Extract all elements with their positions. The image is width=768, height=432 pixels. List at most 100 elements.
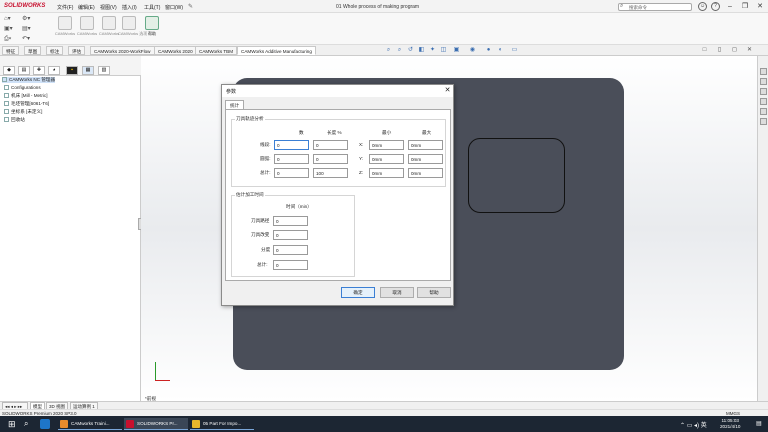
section-view-icon[interactable]: ◧ [417, 46, 426, 55]
menu-tools[interactable]: 工具(T) [144, 4, 160, 11]
tree-item-recycle-bin[interactable]: 回收站 [4, 117, 25, 123]
view-orientation-icon[interactable]: ◫ [439, 46, 448, 55]
lines-length-field[interactable] [313, 140, 348, 150]
camworks-tab-icon[interactable]: ▪ [66, 66, 78, 75]
pocket-outline[interactable] [468, 138, 565, 213]
tree-item-stock[interactable]: 毛坯管理[6061-T6] [4, 101, 49, 107]
tab-statistics[interactable]: 统计 [225, 100, 245, 109]
minimize-button[interactable]: – [725, 2, 735, 11]
arcs-length-field[interactable] [313, 154, 348, 164]
z-max-field[interactable] [408, 168, 443, 178]
taskbar-app-part-import[interactable]: 05 Part For Impo... [190, 418, 254, 430]
search-input[interactable]: 搜索命令 [618, 3, 692, 11]
search-icon[interactable]: ⌕ [24, 419, 34, 429]
taskbar-app-camworks-training[interactable]: CAMworks Traini... [58, 418, 122, 430]
pane-close-icon[interactable]: ✕ [745, 46, 754, 55]
dialog-close-button[interactable]: ✕ [443, 86, 452, 95]
tab-camworks-workflow[interactable]: CAMWorks 2020-WorkFlow [90, 46, 155, 55]
display-tab-icon[interactable]: ◕ [48, 66, 60, 75]
help-button[interactable]: 帮助 [417, 287, 451, 298]
menu-file[interactable]: 文件(F) [57, 4, 73, 11]
clock[interactable]: 11:05:03 2021/4/10 [720, 418, 740, 430]
tool-change-time-field[interactable] [273, 230, 308, 240]
previous-view-icon[interactable]: ↺ [406, 46, 415, 55]
zoom-fit-icon[interactable]: ⌕ [384, 46, 393, 55]
tree-item-machine[interactable]: 机床 [Mill - Metric] [4, 93, 48, 99]
tab-markup[interactable]: 标注 [46, 46, 64, 55]
y-max-field[interactable] [408, 154, 443, 164]
tab-sketch[interactable]: 草图 [24, 46, 42, 55]
total-length-field[interactable] [313, 168, 348, 178]
appearance-icon[interactable]: ● [484, 46, 493, 55]
total-time-label: 总计: [257, 262, 268, 267]
ribbon-cam-options-button[interactable]: CAMWorks 选项 [118, 16, 147, 37]
tab-camworks-tbm[interactable]: CAMWorks TBM [195, 46, 238, 55]
ribbon-help-button[interactable]: 帮助 [141, 16, 163, 37]
maximize-button[interactable]: ❐ [740, 2, 750, 11]
ok-button[interactable]: 确定 [341, 287, 375, 298]
dynamic-annotation-icon[interactable]: ✦ [428, 46, 437, 55]
app-logo[interactable]: SOLIDWORKS [4, 3, 45, 9]
total-time-field[interactable] [273, 260, 308, 270]
user-icon[interactable]: ☺ [698, 2, 707, 11]
view-settings-icon[interactable]: ▭ [510, 46, 519, 55]
tray-icons[interactable]: ⌃ ▭ ◂) 英 [680, 420, 707, 429]
ribbon-cam-button-3[interactable]: CAMWorks [98, 16, 120, 36]
pane-max-icon[interactable]: ◻ [730, 46, 739, 55]
ribbon-cam-button-1[interactable]: CAMWorks [54, 16, 76, 36]
menu-insert[interactable]: 插入(I) [122, 4, 137, 11]
zoom-area-icon[interactable]: ⌕ [395, 46, 404, 55]
x-min-field[interactable] [369, 140, 404, 150]
help-icon[interactable]: ? [711, 2, 720, 11]
close-window-button[interactable]: ✕ [755, 2, 765, 11]
home-icon[interactable]: ⌂▾ [4, 15, 20, 24]
taskbar-app-solidworks[interactable]: SOLIDWORKS Pr... [124, 418, 188, 430]
tab-features[interactable]: 特征 [2, 46, 20, 55]
scene-icon[interactable]: ◐ [496, 46, 505, 55]
settings-icon[interactable]: ⚙▾ [22, 15, 38, 24]
print-icon[interactable]: ⎙▾ [4, 35, 20, 44]
operation-tab-icon[interactable]: ▧ [98, 66, 110, 75]
lines-count-field[interactable] [274, 140, 309, 150]
display-style-icon[interactable]: ▣ [452, 46, 461, 55]
tree-root[interactable]: CAMWorks NC 管理器 [2, 77, 56, 83]
tab-camworks-additive[interactable]: CAMWorks Additive Manufacturing [237, 46, 316, 55]
config-tab-icon[interactable]: ✚ [33, 66, 45, 75]
toolpath-time-field[interactable] [273, 216, 308, 226]
machining-time-title: 估计加工时间 [235, 192, 265, 198]
view-palette-icon[interactable] [760, 98, 767, 105]
appearances-icon[interactable] [760, 108, 767, 115]
tab-evaluate[interactable]: 评估 [68, 46, 86, 55]
tab-camworks[interactable]: CAMWorks 2020 [154, 46, 197, 55]
menu-window[interactable]: 窗口(W) [165, 4, 183, 11]
nc-manager-tab-icon[interactable]: ▦ [82, 66, 94, 75]
x-max-field[interactable] [408, 140, 443, 150]
windows-start-icon[interactable]: ⊞ [8, 419, 18, 429]
arcs-count-field[interactable] [274, 154, 309, 164]
undo-icon[interactable]: ↶▾ [22, 35, 38, 44]
design-library-icon[interactable] [760, 78, 767, 85]
custom-properties-icon[interactable] [760, 118, 767, 125]
total-count-field[interactable] [274, 168, 309, 178]
menu-view[interactable]: 视图(V) [100, 4, 117, 11]
file-explorer-icon[interactable] [760, 88, 767, 95]
pane-restore-icon[interactable]: □ [700, 46, 709, 55]
tree-item-configurations[interactable]: Configurations [4, 85, 41, 90]
z-min-field[interactable] [369, 168, 404, 178]
hide-show-icon[interactable]: ◉ [468, 46, 477, 55]
resources-icon[interactable] [760, 68, 767, 75]
edge-icon[interactable] [40, 419, 50, 429]
y-min-field[interactable] [369, 154, 404, 164]
feature-tree-tab-icon[interactable]: ◆ [3, 66, 15, 75]
save-icon[interactable]: ▣▾ [4, 25, 20, 34]
indexing-time-field[interactable] [273, 245, 308, 255]
property-tab-icon[interactable]: ▤ [18, 66, 30, 75]
pane-tile-icon[interactable]: ▯ [715, 46, 724, 55]
ribbon-cam-button-2[interactable]: CAMWorks [76, 16, 98, 36]
cancel-button[interactable]: 取消 [380, 287, 414, 298]
options-icon[interactable]: ▤▾ [22, 25, 38, 34]
notification-icon[interactable]: ▤ [756, 420, 762, 427]
menu-edit[interactable]: 编辑(E) [78, 4, 95, 11]
pin-icon[interactable]: ✎ [188, 3, 193, 10]
tree-item-coordinate-system[interactable]: 坐标系 [未定义] [4, 109, 42, 115]
